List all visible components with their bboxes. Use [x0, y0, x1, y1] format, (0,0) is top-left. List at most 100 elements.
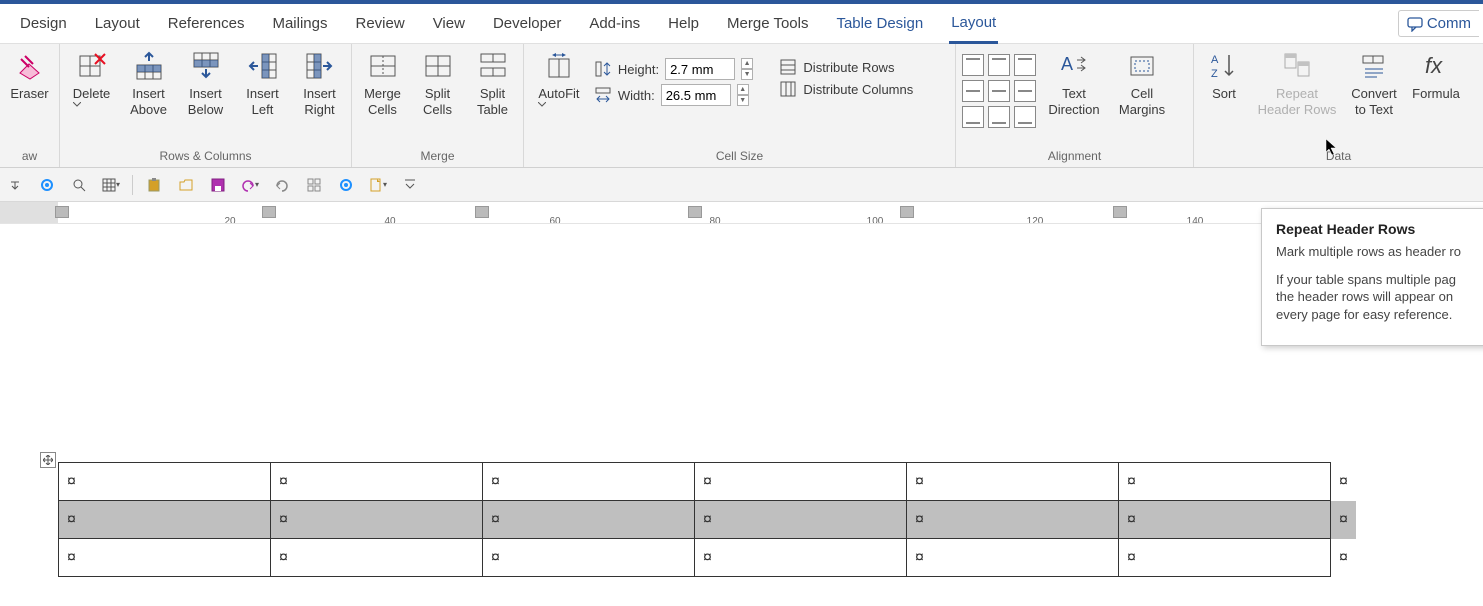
tab-developer[interactable]: Developer [491, 4, 563, 44]
align-mid-center[interactable] [988, 80, 1010, 102]
qat-arrow-icon[interactable] [4, 174, 26, 196]
distribute-rows-label: Distribute Rows [803, 60, 894, 75]
column-marker[interactable] [900, 206, 914, 218]
ruler-tick: 20 [224, 216, 235, 224]
cell-mark: ¤ [67, 549, 76, 566]
group-alignment-label: Alignment [962, 149, 1187, 167]
cell-margins-button[interactable]: Cell Margins [1112, 48, 1172, 118]
cell-margins-icon [1126, 50, 1158, 82]
text-direction-button[interactable]: A Text Direction [1042, 48, 1106, 118]
ruler-tick: 140 [1187, 216, 1204, 224]
qat-undo-icon[interactable]: ▾ [239, 174, 261, 196]
insert-left-icon [247, 50, 279, 82]
delete-button[interactable]: Delete [66, 48, 117, 107]
split-table-label: Split Table [477, 86, 508, 118]
autofit-button[interactable]: AutoFit [530, 48, 588, 107]
insert-above-button[interactable]: Insert Above [123, 48, 174, 118]
align-top-center[interactable] [988, 54, 1010, 76]
eraser-label: Eraser [10, 86, 48, 102]
autofit-icon [543, 50, 575, 82]
split-cells-icon [422, 50, 454, 82]
sort-button[interactable]: AZ Sort [1200, 48, 1248, 102]
table-move-handle[interactable] [40, 452, 56, 468]
align-mid-right[interactable] [1014, 80, 1036, 102]
qat-customize-icon[interactable] [399, 174, 421, 196]
tab-mailings[interactable]: Mailings [270, 4, 329, 44]
width-input[interactable] [661, 84, 731, 106]
insert-below-icon [190, 50, 222, 82]
insert-right-icon [304, 50, 336, 82]
convert-to-text-button[interactable]: Convert to Text [1346, 48, 1402, 118]
height-spin-down[interactable]: ▼ [741, 69, 753, 80]
tab-review[interactable]: Review [354, 4, 407, 44]
column-marker[interactable] [262, 206, 276, 218]
qat-page-icon[interactable]: ▾ [367, 174, 389, 196]
repeat-header-rows-button[interactable]: Repeat Header Rows [1254, 48, 1340, 118]
qat-record-icon[interactable] [36, 174, 58, 196]
split-table-button[interactable]: Split Table [468, 48, 517, 118]
tab-table-design[interactable]: Table Design [834, 4, 925, 44]
tab-references[interactable]: References [166, 4, 247, 44]
align-mid-left[interactable] [962, 80, 984, 102]
split-cells-button[interactable]: Split Cells [413, 48, 462, 118]
tab-help[interactable]: Help [666, 4, 701, 44]
qat-open-icon[interactable] [175, 174, 197, 196]
width-spin-up[interactable]: ▲ [737, 84, 749, 95]
distribute-cols-label: Distribute Columns [803, 82, 913, 97]
table-row: ¤ ¤ ¤ ¤ ¤ ¤ ¤ [59, 539, 1357, 577]
column-marker[interactable] [475, 206, 489, 218]
tab-addins[interactable]: Add-ins [587, 4, 642, 44]
tab-design[interactable]: Design [18, 4, 69, 44]
qat-zoom-icon[interactable] [68, 174, 90, 196]
quick-access-toolbar: ▾ ▾ ▾ [0, 168, 1483, 202]
qat-grid-icon[interactable] [303, 174, 325, 196]
qat-paste-icon[interactable] [143, 174, 165, 196]
comments-button[interactable]: Comm [1398, 10, 1479, 37]
distribute-columns-button[interactable]: Distribute Columns [779, 80, 949, 98]
insert-right-button[interactable]: Insert Right [294, 48, 345, 118]
align-bot-left[interactable] [962, 106, 984, 128]
indent-marker[interactable] [55, 206, 69, 218]
qat-table-icon[interactable]: ▾ [100, 174, 122, 196]
align-top-left[interactable] [962, 54, 984, 76]
qat-record2-icon[interactable] [335, 174, 357, 196]
tab-mergetools[interactable]: Merge Tools [725, 4, 810, 44]
ruler-tick: 80 [709, 216, 720, 224]
eraser-button[interactable]: Eraser [6, 48, 53, 102]
word-table[interactable]: ¤ ¤ ¤ ¤ ¤ ¤ ¤ ¤ ¤ ¤ ¤ ¤ ¤ ¤ ¤ ¤ ¤ ¤ ¤ ¤ … [58, 462, 1357, 577]
height-spin-up[interactable]: ▲ [741, 58, 753, 69]
column-marker[interactable] [1113, 206, 1127, 218]
comments-label: Comm [1427, 15, 1471, 32]
tab-table-layout[interactable]: Layout [949, 4, 998, 44]
text-direction-icon: A [1058, 50, 1090, 82]
align-bot-right[interactable] [1014, 106, 1036, 128]
height-icon [594, 60, 612, 78]
cell-margins-label: Cell Margins [1119, 86, 1165, 118]
tab-view[interactable]: View [431, 4, 467, 44]
ribbon-tabs: Design Layout References Mailings Review… [0, 4, 1483, 44]
distribute-rows-button[interactable]: Distribute Rows [779, 58, 949, 76]
align-bot-center[interactable] [988, 106, 1010, 128]
cell-mark: ¤ [1339, 473, 1348, 490]
qat-save-icon[interactable] [207, 174, 229, 196]
insert-left-button[interactable]: Insert Left [237, 48, 288, 118]
insert-below-button[interactable]: Insert Below [180, 48, 231, 118]
formula-button[interactable]: fx Formula [1408, 48, 1464, 102]
cell-mark: ¤ [703, 473, 712, 490]
svg-text:fx: fx [1425, 53, 1443, 78]
column-marker[interactable] [688, 206, 702, 218]
cell-mark: ¤ [915, 549, 924, 566]
cell-mark: ¤ [703, 549, 712, 566]
insert-right-label: Insert Right [303, 86, 336, 118]
height-input[interactable] [665, 58, 735, 80]
align-top-right[interactable] [1014, 54, 1036, 76]
width-spin-down[interactable]: ▼ [737, 95, 749, 106]
tab-layout[interactable]: Layout [93, 4, 142, 44]
cell-mark: ¤ [1127, 473, 1136, 490]
cell-mark: ¤ [279, 511, 288, 528]
merge-cells-button[interactable]: Merge Cells [358, 48, 407, 118]
distribute-rows-icon [779, 58, 797, 76]
qat-redo-icon[interactable] [271, 174, 293, 196]
chevron-down-icon [538, 102, 546, 107]
cell-mark: ¤ [491, 549, 500, 566]
